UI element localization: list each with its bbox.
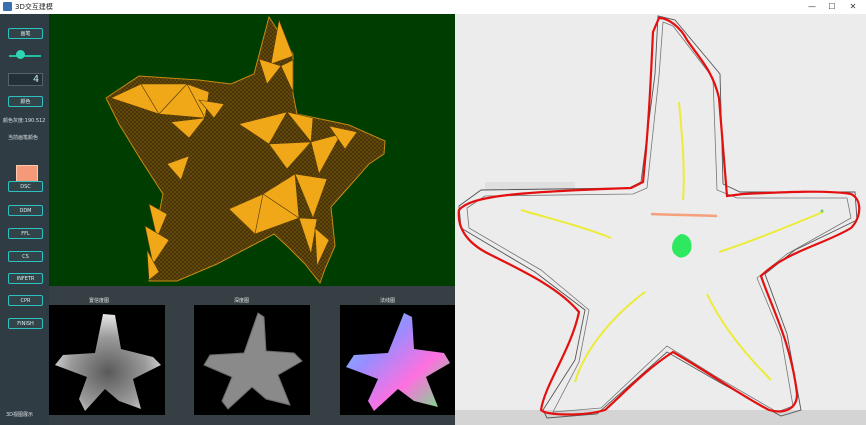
- confidence-map-label: 置信度图: [89, 298, 110, 304]
- current-color-label: 当前画笔颜色: [8, 135, 39, 141]
- dsc-button[interactable]: DSC: [8, 181, 43, 192]
- stroke-endpoint-dot: [820, 209, 824, 213]
- window-title: 3D交互建模: [15, 3, 53, 11]
- starfish-shape: [55, 314, 161, 411]
- brush-size-display: 4: [8, 73, 43, 86]
- yellow-stroke-lower-left: [574, 291, 646, 383]
- brush-size-slider-track[interactable]: [9, 55, 41, 57]
- starfish-gray-outline-inner: [466, 21, 852, 413]
- yellow-stroke-right: [718, 211, 824, 253]
- cpr-button[interactable]: CPR: [8, 295, 43, 306]
- ffl-button[interactable]: FFL: [8, 228, 43, 239]
- starfish-gray-outline: [458, 15, 858, 419]
- sketch-canvas: [455, 15, 866, 425]
- ddm-button[interactable]: DDM: [8, 205, 43, 216]
- status-text: 3D视图展示: [6, 412, 34, 418]
- infetr-button[interactable]: INFETR: [8, 273, 43, 284]
- sidebar: 画笔 4 颜色 颜色灰度:190.512 当前画笔颜色 DSC DDM FFL …: [0, 14, 49, 425]
- normal-map-label: 法线图: [380, 298, 396, 304]
- starfish-mesh: [105, 15, 386, 285]
- finish-button[interactable]: FINISH: [8, 318, 43, 329]
- title-bar: 3D交互建模 — ☐ ✕: [0, 0, 866, 15]
- thumbnail-panel: 置信度图 深度图 法线图: [49, 286, 456, 425]
- close-button[interactable]: ✕: [840, 0, 866, 14]
- brush-size-slider-handle[interactable]: [16, 50, 25, 59]
- confidence-map-image: [49, 305, 165, 415]
- orange-stroke: [650, 212, 718, 218]
- cs-button[interactable]: CS: [8, 251, 43, 262]
- yellow-stroke-left: [520, 209, 612, 239]
- depth-map-image: [194, 305, 310, 415]
- depth-map-label: 深度图: [234, 298, 250, 304]
- yellow-stroke-lower-right: [706, 293, 772, 381]
- color-button[interactable]: 颜色: [8, 96, 43, 107]
- starfish-shape: [203, 312, 303, 410]
- color-value-text: 颜色灰度:190.512: [3, 118, 46, 124]
- normal-map-image: [340, 305, 456, 415]
- starfish-shape: [346, 313, 450, 411]
- canvas-bottom-strip: [455, 410, 866, 425]
- app-icon: [3, 2, 12, 11]
- brush-button[interactable]: 画笔: [8, 28, 43, 39]
- green-blob: [672, 234, 692, 258]
- sketch-canvas-panel[interactable]: [455, 14, 866, 425]
- yellow-stroke-top: [678, 101, 685, 201]
- mesh-3d-view[interactable]: [49, 14, 455, 286]
- mesh-canvas: [105, 15, 386, 285]
